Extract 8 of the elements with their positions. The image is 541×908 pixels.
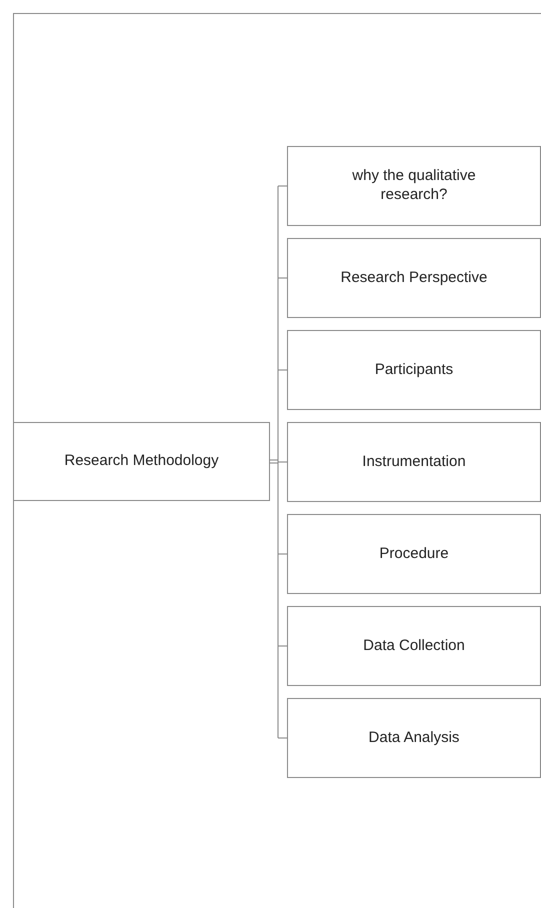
diagram-node: Data Collection	[287, 606, 541, 686]
diagram-node: Research Methodology	[13, 422, 270, 501]
diagram-node: why the qualitative research?	[287, 146, 541, 226]
diagram-node: Data Analysis	[287, 698, 541, 778]
diagram-node: Instrumentation	[287, 422, 541, 502]
diagram-node: Research Perspective	[287, 238, 541, 318]
diagram-node: Participants	[287, 330, 541, 410]
diagram-node: Procedure	[287, 514, 541, 594]
